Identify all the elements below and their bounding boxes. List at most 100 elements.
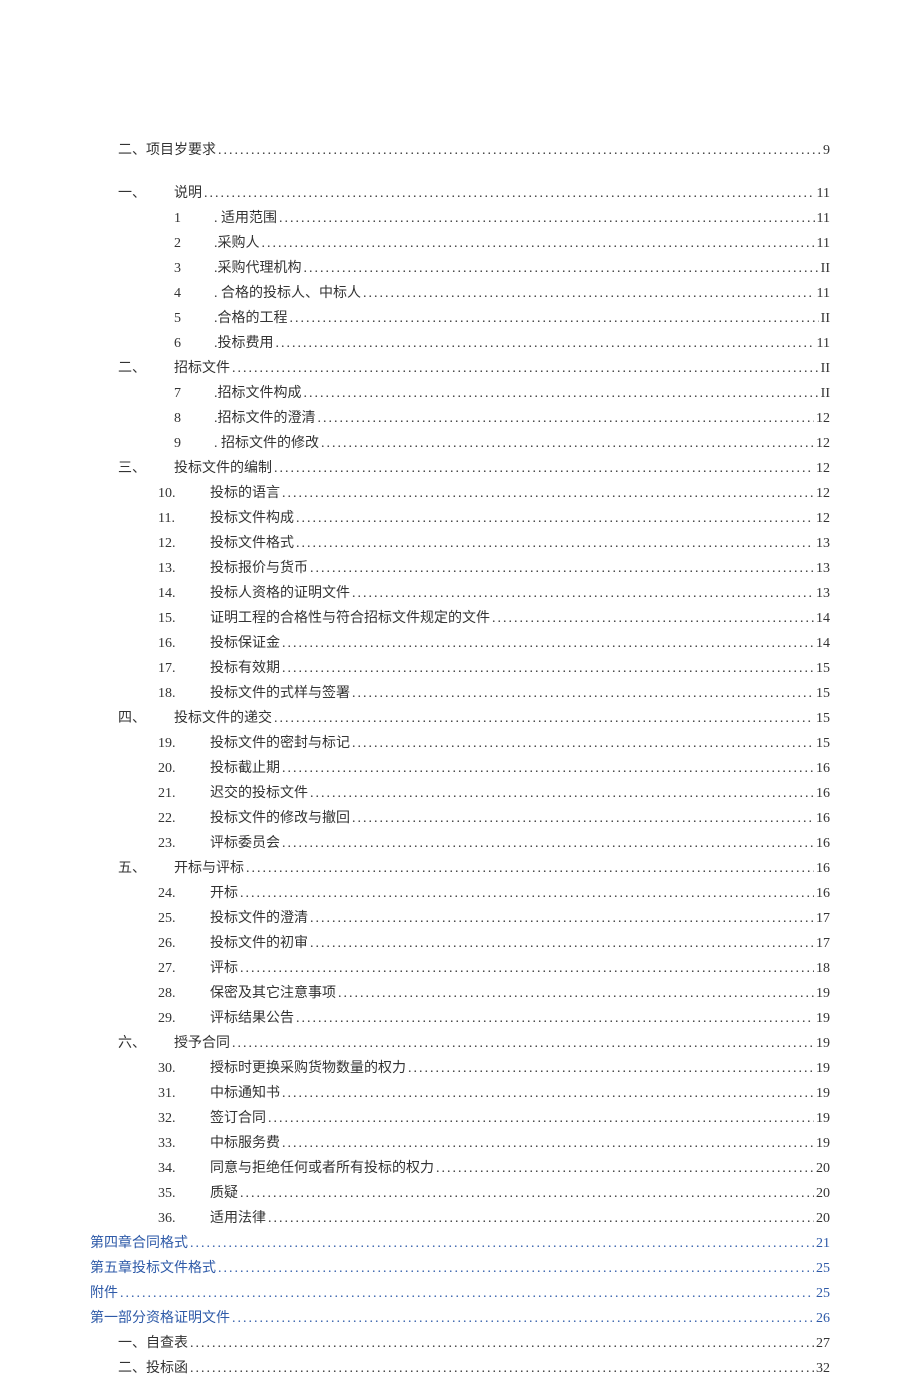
toc-entry: 六、授予合同19 [90,1033,830,1054]
toc-page: 14 [816,608,830,629]
toc-entry: 16.投标保证金14 [90,633,830,654]
toc-text: 中标通知书 [210,1086,280,1101]
toc-prefix: 10. [158,483,210,504]
toc-page: 16 [816,758,830,779]
toc-page: 13 [816,533,830,554]
toc-page: 19 [816,1033,830,1054]
toc-entry: 14.投标人资格的证明文件 13 [90,583,830,604]
toc-entry: 4. 合格的投标人、中标人11 [90,283,830,304]
toc-dots [190,1358,814,1379]
toc-entry: 三、投标文件的编制12 [90,458,830,479]
toc-entry[interactable]: 第四章合同格式 21 [90,1233,830,1254]
toc-title: 6.投标费用 [174,333,274,354]
toc-dots [310,783,814,804]
toc-page: 15 [816,733,830,754]
toc-text: 质疑 [210,1186,238,1201]
toc-prefix: 一、 [118,183,174,204]
toc-dots [190,1333,814,1354]
toc-dots [436,1158,814,1179]
toc-entry: 二、投标函32 [90,1358,830,1379]
toc-entry: 34.同意与拒绝任何或者所有投标的权力20 [90,1158,830,1179]
toc-dots [279,208,815,229]
toc-title[interactable]: 第五章投标文件格式 [90,1258,216,1279]
toc-page: 14 [816,633,830,654]
toc-prefix: 36. [158,1208,210,1229]
toc-title: 2.采购人 [174,233,260,254]
toc-page: 13 [816,583,830,604]
toc-text: 证明工程的合格性与符合招标文件规定的文件 [210,611,490,626]
toc-title: 32.签订合同 [158,1108,266,1129]
toc-text: 投标文件的式样与签署 [210,686,350,701]
toc-text: 投标保证金 [210,636,280,651]
toc-entry: 30.授标时更换采购货物数量的权力 19 [90,1058,830,1079]
toc-prefix: 8 [174,408,214,429]
toc-text: 投标截止期 [210,761,280,776]
toc-prefix: 3 [174,258,214,279]
toc-prefix: 7 [174,383,214,404]
toc-title: 四、投标文件的递交 [118,708,272,729]
toc-dots [240,958,814,979]
toc-page: 11 [817,333,830,354]
toc-entry: 9. 招标文件的修改12 [90,433,830,454]
toc-page: II [821,358,830,379]
toc-dots [282,658,814,679]
toc-page: 16 [816,858,830,879]
toc-page: II [821,383,830,404]
toc-page: 16 [816,833,830,854]
toc-page: 18 [816,958,830,979]
toc-entry: 35.质疑20 [90,1183,830,1204]
toc-prefix: 28. [158,983,210,1004]
toc-prefix: 6 [174,333,214,354]
toc-prefix: 20. [158,758,210,779]
toc-page: 19 [816,1058,830,1079]
toc-text: .招标文件的澄清 [214,411,316,426]
toc-prefix: 31. [158,1083,210,1104]
toc-entry[interactable]: 第五章投标文件格式25 [90,1258,830,1279]
toc-prefix: 25. [158,908,210,929]
toc-title: 30.授标时更换采购货物数量的权力 [158,1058,406,1079]
toc-text: 签订合同 [210,1111,266,1126]
toc-title: 25.投标文件的澄清 [158,908,308,929]
toc-entry: 一、自查表27 [90,1333,830,1354]
toc-prefix: 五、 [118,858,174,879]
toc-title: 14.投标人资格的证明文件 [158,583,350,604]
toc-entry[interactable]: 第一部分资格证明文件26 [90,1308,830,1329]
toc-title[interactable]: 第四章合同格式 [90,1233,188,1254]
toc-title: 二、招标文件 [118,358,230,379]
toc-title[interactable]: 第一部分资格证明文件 [90,1308,230,1329]
toc-dots [240,1183,814,1204]
toc-text: 开标 [210,886,238,901]
toc-prefix: 21. [158,783,210,804]
toc-entry: 18.投标文件的式样与签署15 [90,683,830,704]
toc-title: 17.投标有效期 [158,658,280,679]
toc-dots [321,433,814,454]
toc-dots [290,308,819,329]
toc-prefix: 4 [174,283,214,304]
toc-title: 5.合格的工程 [174,308,288,329]
toc-entry: 13.投标报价与货币13 [90,558,830,579]
toc-dots [240,883,814,904]
toc-entry: 19.投标文件的密封与标记15 [90,733,830,754]
toc-page: 21 [816,1233,830,1254]
toc-dots [282,1083,814,1104]
toc-text: 投标报价与货币 [210,561,308,576]
toc-prefix: 18. [158,683,210,704]
toc-entry: 2.采购人11 [90,233,830,254]
toc-page: 12 [816,458,830,479]
toc-text: 投标人资格的证明文件 [210,586,350,601]
toc-dots [262,233,815,254]
toc-entry: 26.投标文件的初审17 [90,933,830,954]
toc-page: 12 [816,483,830,504]
toc-page: 17 [816,933,830,954]
toc-dots [218,140,821,161]
toc-prefix: 26. [158,933,210,954]
toc-prefix: 11. [158,508,210,529]
toc-entry: 23.评标委员会16 [90,833,830,854]
toc-prefix: 12. [158,533,210,554]
toc-prefix: 15. [158,608,210,629]
toc-entry: 29.评标结果公告19 [90,1008,830,1029]
toc-text: 投标文件构成 [210,511,294,526]
toc-title: 29.评标结果公告 [158,1008,294,1029]
toc-title: 28.保密及其它注意事项 [158,983,336,1004]
toc-entry: 36.适用法律20 [90,1208,830,1229]
